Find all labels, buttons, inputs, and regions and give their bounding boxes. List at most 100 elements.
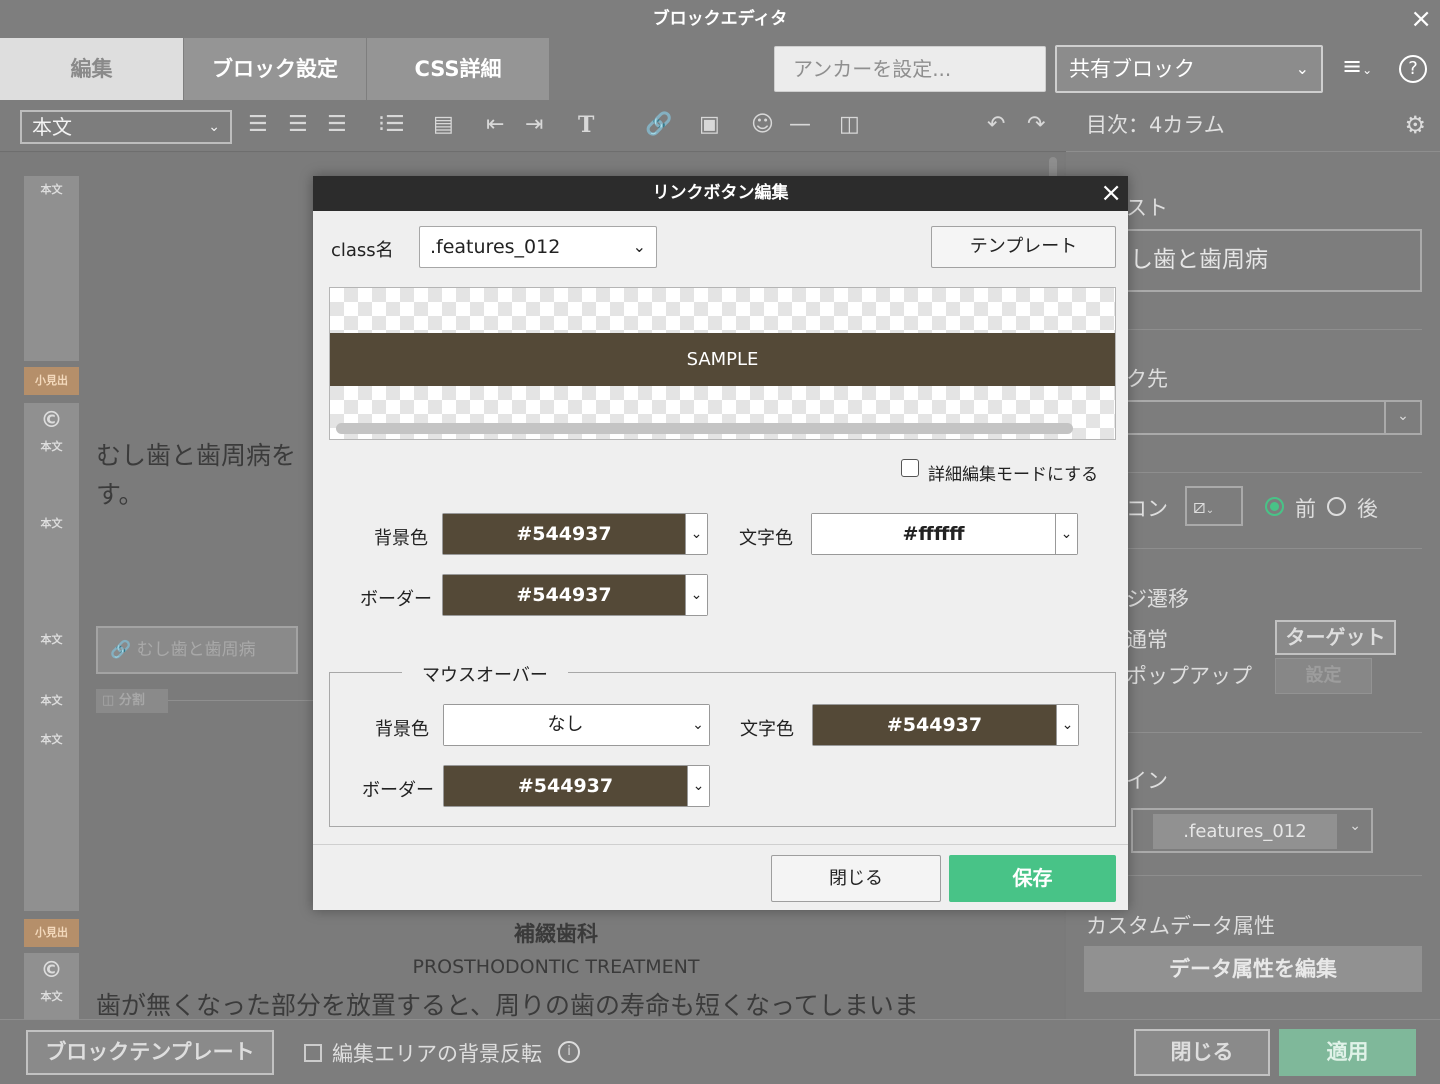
link-label: ク先 xyxy=(1126,367,1168,391)
tab-css-detail[interactable]: CSS詳細 xyxy=(367,38,549,100)
split-block[interactable]: ◫ 分割 xyxy=(96,689,168,713)
close-icon[interactable]: × xyxy=(1410,0,1432,38)
align-right-icon[interactable]: ☰ xyxy=(327,112,347,138)
chevron-down-icon: ⌄ xyxy=(1056,705,1078,745)
paragraph-text[interactable]: むし歯と歯周病を xyxy=(96,436,296,472)
template-button[interactable]: テンプレート xyxy=(931,226,1116,268)
radio-before-label: 前 xyxy=(1295,497,1316,521)
class-value: .features_012 xyxy=(430,236,561,258)
invert-bg-label: 編集エリアの背景反転 xyxy=(332,1042,542,1066)
menu-icon[interactable]: ≡⌄ xyxy=(1342,52,1372,80)
align-center-icon[interactable]: ☰ xyxy=(288,112,308,138)
settings-button[interactable]: 設定 xyxy=(1275,658,1372,694)
radio-after[interactable] xyxy=(1327,497,1346,516)
paragraph-text[interactable]: す。 xyxy=(96,475,144,511)
subheading-tag: 小見出 xyxy=(24,367,79,395)
design-select[interactable]: .features_012 ⌄ xyxy=(1131,808,1373,853)
scrollbar[interactable] xyxy=(336,423,1073,434)
paragraph-text[interactable]: 歯が無くなった部分を放置すると、周りの歯の寿命も短くなってしまいま xyxy=(96,986,919,1022)
text-style-icon[interactable]: T xyxy=(578,112,594,138)
mouseover-legend: マウスオーバー xyxy=(402,661,568,687)
dialog-close-button[interactable]: 閉じる xyxy=(771,855,941,902)
border-color-select[interactable]: #544937 ⌄ xyxy=(442,574,708,616)
split-label: 分割 xyxy=(118,693,145,708)
text-label: スト xyxy=(1126,196,1168,220)
chevron-down-icon: ⌄ xyxy=(632,237,646,256)
emoji-icon[interactable]: ☺ xyxy=(751,112,774,138)
redo-icon[interactable]: ↷ xyxy=(1027,112,1045,138)
chevron-down-icon: ⌄ xyxy=(1384,400,1420,435)
block-template-button[interactable]: ブロックテンプレート xyxy=(26,1030,274,1075)
hover-bg-select[interactable]: なし ⌄ xyxy=(443,704,710,746)
dialog-titlebar: リンクボタン編集 × xyxy=(313,176,1128,211)
shared-block-label: 共有ブロック xyxy=(1069,57,1195,81)
apply-button[interactable]: 適用 xyxy=(1279,1029,1416,1076)
text-color-select[interactable]: #ffffff ⌄ xyxy=(811,513,1078,555)
window-titlebar: ブロックエディタ × xyxy=(0,0,1440,38)
radio-after-label: 後 xyxy=(1357,497,1378,521)
anchor-input[interactable]: アンカーを設定... xyxy=(774,46,1046,92)
block-icon[interactable]: ▤ xyxy=(433,112,454,138)
chevron-down-icon: ⌄ xyxy=(687,766,709,806)
undo-icon[interactable]: ↶ xyxy=(987,112,1005,138)
split-icon: ◫ xyxy=(102,693,119,708)
gear-icon[interactable]: ⚙ xyxy=(1404,100,1426,150)
design-label: イン xyxy=(1126,769,1168,793)
indent-icon[interactable]: ⇥ xyxy=(525,112,543,138)
close-button[interactable]: 閉じる xyxy=(1134,1029,1270,1076)
link-button-label: むし歯と歯周病 xyxy=(136,640,256,660)
close-icon[interactable]: × xyxy=(1100,176,1122,210)
save-button[interactable]: 保存 xyxy=(949,855,1116,902)
normal-label: 通常 xyxy=(1126,628,1168,652)
image-icon[interactable]: ▣ xyxy=(699,112,720,138)
link-icon[interactable]: 🔗 xyxy=(645,112,672,138)
shared-block-select[interactable]: 共有ブロック ⌄ xyxy=(1055,45,1323,93)
chevron-down-icon: ⌄ xyxy=(1055,514,1077,554)
horizontal-rule-icon[interactable]: — xyxy=(789,112,811,138)
radio-before[interactable] xyxy=(1265,497,1284,516)
custom-data-label: カスタムデータ属性 xyxy=(1086,914,1275,938)
split-icon[interactable]: ◫ xyxy=(839,112,860,138)
target-button[interactable]: ターゲット xyxy=(1275,620,1396,655)
chevron-down-icon: ⌄ xyxy=(1295,59,1309,78)
text-field[interactable]: し歯と歯周病 xyxy=(1126,229,1422,292)
invert-bg-checkbox[interactable] xyxy=(304,1044,322,1062)
hover-border-select[interactable]: #544937 ⌄ xyxy=(443,765,710,807)
sample-button: SAMPLE xyxy=(330,333,1115,386)
tab-block-settings[interactable]: ブロック設定 xyxy=(184,38,366,100)
class-label: class名 xyxy=(331,240,394,261)
align-left-icon[interactable]: ☰ xyxy=(248,112,268,138)
paragraph-style-select[interactable]: 本文 ⌄ xyxy=(20,110,232,144)
tab-bar: 編集 ブロック設定 CSS詳細 アンカーを設定... 共有ブロック ⌄ ≡⌄ ? xyxy=(0,38,1440,100)
hover-bg-value: なし xyxy=(444,705,687,745)
popup-label: ポップアップ xyxy=(1126,664,1252,688)
panel-title: 目次：4カラム ⚙ xyxy=(1066,100,1440,152)
block-tag: 本文 xyxy=(40,440,63,453)
hover-border-value: #544937 xyxy=(444,766,687,806)
detail-mode-checkbox[interactable] xyxy=(901,459,919,477)
section-subheading[interactable]: PROSTHODONTIC TREATMENT xyxy=(0,956,1112,978)
tab-edit[interactable]: 編集 xyxy=(0,38,183,100)
text-color-value: #ffffff xyxy=(812,514,1055,554)
window-title: ブロックエディタ xyxy=(652,9,788,29)
link-button-block[interactable]: 🔗 むし歯と歯周病 xyxy=(96,626,298,674)
class-select[interactable]: .features_012 ⌄ xyxy=(419,226,657,268)
bg-color-select[interactable]: #544937 ⌄ xyxy=(442,513,708,555)
dialog-title: リンクボタン編集 xyxy=(652,183,789,203)
icon-select[interactable]: ⧄⌄ xyxy=(1185,486,1243,526)
block-gutter xyxy=(24,176,79,361)
section-heading[interactable]: 補綴歯科 xyxy=(0,918,1112,948)
link-select[interactable]: ⌄ xyxy=(1126,400,1422,435)
block-tag: 本文 xyxy=(40,517,63,530)
border-label: ボーダー xyxy=(360,589,432,610)
edit-data-attributes-button[interactable]: データ属性を編集 xyxy=(1084,946,1422,992)
divider xyxy=(313,844,1128,845)
hover-text-select[interactable]: #544937 ⌄ xyxy=(812,704,1079,746)
icon-label: コン xyxy=(1126,497,1168,521)
chevron-down-icon: ⌄ xyxy=(208,119,220,135)
info-icon[interactable]: i xyxy=(558,1041,580,1063)
list-icon[interactable]: ⁝☰ xyxy=(378,112,405,138)
help-icon[interactable]: ? xyxy=(1399,55,1427,83)
border-color-value: #544937 xyxy=(443,575,685,615)
outdent-icon[interactable]: ⇤ xyxy=(486,112,504,138)
